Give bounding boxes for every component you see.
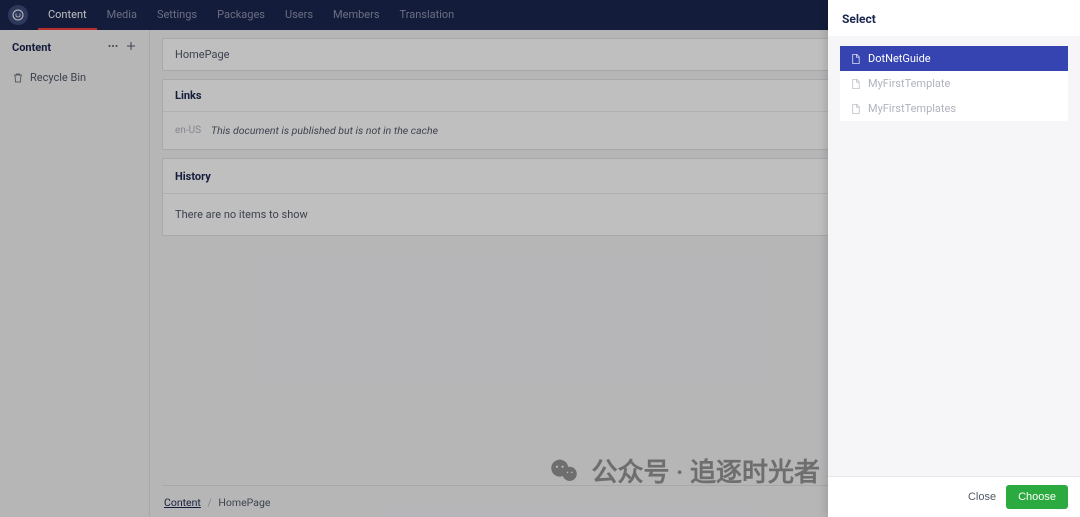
- nav-packages[interactable]: Packages: [207, 0, 275, 30]
- close-button[interactable]: Close: [968, 491, 996, 503]
- plus-icon[interactable]: [125, 40, 137, 55]
- umbraco-logo[interactable]: [8, 5, 28, 25]
- breadcrumb-content[interactable]: Content: [164, 496, 201, 509]
- nav-users[interactable]: Users: [275, 0, 323, 30]
- links-message: This document is published but is not in…: [211, 124, 438, 137]
- list-item-label: MyFirstTemplate: [868, 77, 950, 90]
- breadcrumb-separator: /: [207, 496, 211, 509]
- tree-item-recycle-bin[interactable]: Recycle Bin: [0, 67, 149, 88]
- umbraco-logo-icon: [12, 9, 24, 21]
- nav-settings[interactable]: Settings: [147, 0, 207, 30]
- file-icon: [850, 53, 861, 65]
- list-item-dotnetguide[interactable]: DotNetGuide: [840, 46, 1068, 71]
- choose-button[interactable]: Choose: [1006, 485, 1068, 509]
- template-list: DotNetGuide MyFirstTemplate MyFirstTempl…: [840, 46, 1068, 121]
- nav-media[interactable]: Media: [97, 0, 147, 30]
- history-header: History: [175, 170, 211, 183]
- list-item-myfirsttemplates[interactable]: MyFirstTemplates: [840, 96, 1068, 121]
- trash-icon: [12, 72, 24, 84]
- nav-translation[interactable]: Translation: [390, 0, 465, 30]
- top-nav-list: Content Media Settings Packages Users Me…: [38, 0, 464, 30]
- more-icon[interactable]: [107, 40, 119, 55]
- breadcrumb-homepage: HomePage: [218, 496, 270, 509]
- list-item-label: DotNetGuide: [868, 52, 931, 65]
- left-sidebar: Content Recycle Bin: [0, 30, 150, 517]
- language-tag: en-US: [175, 125, 201, 136]
- panel-title: Select: [828, 0, 1080, 36]
- file-icon: [850, 103, 861, 115]
- links-header: Links: [175, 89, 202, 102]
- list-item-label: MyFirstTemplates: [868, 102, 956, 115]
- nav-content[interactable]: Content: [38, 0, 97, 30]
- sidebar-title: Content: [12, 41, 51, 54]
- file-icon: [850, 78, 861, 90]
- nav-members[interactable]: Members: [323, 0, 390, 30]
- tree-item-label: Recycle Bin: [30, 71, 86, 84]
- list-item-myfirsttemplate[interactable]: MyFirstTemplate: [840, 71, 1068, 96]
- select-panel: Select DotNetGuide MyFirstTemplate MyFir…: [828, 0, 1080, 517]
